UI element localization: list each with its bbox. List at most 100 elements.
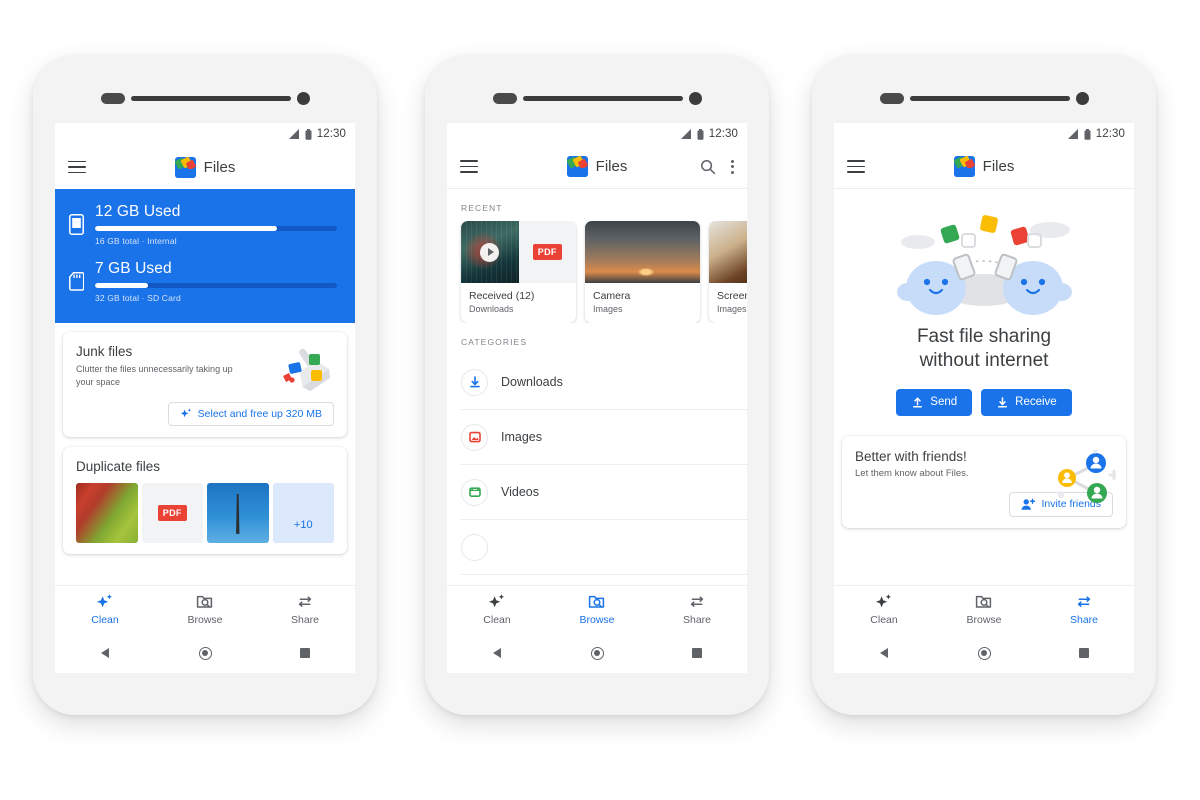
bottom-nav-label-clean: Clean — [91, 614, 119, 626]
select-and-free-up-button[interactable]: Select and free up 320 MB — [167, 402, 334, 427]
home-circle-icon — [977, 646, 991, 660]
tower-photo-thumbnail[interactable] — [207, 483, 269, 544]
bottom-nav-item-browse[interactable]: Browse — [934, 593, 1034, 626]
recent-card-screenshots[interactable]: Screen Images — [709, 221, 747, 323]
storage-row-sdcard[interactable]: 7 GB Used 32 GB total · SD Card — [69, 260, 337, 303]
category-label-videos: Videos — [501, 485, 539, 499]
send-button[interactable]: Send — [896, 388, 973, 416]
bottom-nav-label-clean: Clean — [870, 614, 898, 626]
bottom-nav-item-share[interactable]: Share — [1034, 593, 1134, 626]
share-hero-section: Fast file sharing without internet Send — [834, 189, 1134, 416]
duplicate-files-card[interactable]: Duplicate files PDF +10 — [63, 447, 347, 555]
app-bar-title-group: Files — [55, 156, 355, 178]
home-button[interactable] — [934, 646, 1034, 660]
hamburger-menu-icon[interactable] — [847, 160, 865, 173]
sd-card-icon — [69, 272, 84, 291]
share-arrows-icon — [690, 596, 704, 607]
recents-button[interactable] — [647, 648, 747, 658]
recent-card-meta: Screen Images — [709, 283, 747, 323]
receive-button[interactable]: Receive — [981, 388, 1072, 416]
sensor-pill-icon — [879, 92, 904, 104]
recents-square-icon — [1079, 648, 1089, 658]
bottom-nav-item-browse[interactable]: Browse — [547, 593, 647, 626]
recent-card-name: Received (12) — [469, 290, 535, 302]
select-and-free-up-label: Select and free up 320 MB — [197, 408, 322, 421]
signal-icon — [1067, 129, 1078, 139]
bottom-nav-label-share: Share — [290, 614, 320, 626]
recents-button[interactable] — [255, 648, 355, 658]
back-button[interactable] — [447, 648, 547, 658]
bottom-nav-label-share: Share — [682, 614, 712, 626]
system-navigation-bar — [55, 633, 355, 673]
storage-progress-bar — [95, 226, 337, 231]
phone-hardware-top — [425, 91, 769, 105]
recent-card-subtitle: Images — [593, 304, 623, 314]
storage-row-internal[interactable]: 12 GB Used 16 GB total · Internal — [69, 203, 337, 246]
junk-files-card[interactable]: Junk files Clutter the files unnecessari… — [63, 332, 347, 438]
junk-card-subtitle: Clutter the files unnecessarily taking u… — [76, 364, 233, 388]
recent-card-subtitle: Downloads — [469, 304, 514, 314]
category-row-videos[interactable]: Videos — [461, 465, 747, 520]
pdf-badge: PDF — [157, 505, 187, 522]
hero-title: Fast file sharing without internet — [848, 325, 1120, 374]
home-button[interactable] — [155, 646, 255, 660]
bottom-nav-item-browse[interactable]: Browse — [155, 593, 255, 626]
video-and-pdf-thumbnail: PDF — [461, 221, 576, 283]
share-arrows-icon — [298, 596, 312, 607]
download-icon — [998, 396, 1008, 408]
search-icon[interactable] — [700, 159, 716, 175]
sparkle-icon — [876, 594, 891, 608]
connected-people-network-icon — [1057, 449, 1116, 503]
phone1-screen: 12:30 Files 12 GB Used 16 GB total · Int… — [55, 123, 355, 673]
hamburger-menu-icon[interactable] — [460, 160, 478, 173]
more-duplicates-thumbnail[interactable]: +10 — [272, 483, 334, 544]
storage-title: 7 GB Used — [95, 260, 172, 277]
bottom-nav-item-share[interactable]: Share — [255, 593, 355, 626]
bottom-nav-item-clean[interactable]: Clean — [834, 593, 934, 626]
play-icon — [480, 242, 500, 262]
bottom-nav-label-share: Share — [1069, 614, 1099, 626]
phone-storage-icon — [69, 214, 84, 235]
duplicate-thumbnail-strip: PDF +10 — [76, 483, 334, 544]
pdf-file-thumbnail[interactable]: PDF — [141, 483, 203, 544]
home-button[interactable] — [547, 646, 647, 660]
bottom-nav-label-browse: Browse — [966, 614, 1002, 626]
status-bar: 12:30 — [834, 123, 1134, 145]
home-circle-icon — [198, 646, 212, 660]
back-button[interactable] — [834, 648, 934, 658]
recent-card-camera[interactable]: Camera Images — [585, 221, 700, 323]
earpiece-speaker-icon — [130, 95, 291, 101]
apples-photo-thumbnail[interactable] — [76, 483, 138, 544]
earpiece-speaker-icon — [909, 95, 1070, 101]
bottom-nav-item-clean[interactable]: Clean — [447, 593, 547, 626]
hero-buttons: Send Receive — [848, 388, 1120, 416]
app-bar-title-group: Files — [834, 156, 1134, 177]
bottom-nav-label-browse: Browse — [187, 614, 223, 626]
bottom-nav-item-share[interactable]: Share — [647, 593, 747, 626]
recent-card-meta: Camera Images — [585, 283, 700, 323]
recent-files-row: PDF Received (12) Downloads Camera Image… — [447, 221, 747, 323]
receive-button-label: Receive — [1015, 396, 1057, 409]
phone-device-2: 12:30 Files RECENT PDF Received (12) Dow… — [425, 55, 769, 729]
recents-button[interactable] — [1034, 648, 1134, 658]
sunset-clouds-thumbnail — [585, 221, 700, 283]
category-row-images[interactable]: Images — [461, 410, 747, 465]
recent-card-received[interactable]: PDF Received (12) Downloads — [461, 221, 576, 323]
back-button[interactable] — [55, 648, 155, 658]
recent-card-meta: Received (12) Downloads — [461, 283, 576, 323]
bottom-nav-item-clean[interactable]: Clean — [55, 593, 155, 626]
more-vert-icon[interactable] — [731, 159, 734, 174]
video-preview-thumbnail — [461, 221, 519, 283]
better-with-friends-card[interactable]: Better with friends! Let them know about… — [842, 435, 1126, 528]
category-row-partial[interactable] — [461, 520, 747, 575]
back-triangle-icon — [880, 648, 888, 658]
category-label-images: Images — [501, 430, 542, 444]
app-bar-actions — [700, 159, 734, 175]
pdf-badge: PDF — [532, 244, 562, 260]
sparkle-icon — [97, 594, 112, 608]
category-row-downloads[interactable]: Downloads — [461, 355, 747, 410]
storage-subtitle: 32 GB total · SD Card — [95, 293, 181, 303]
hamburger-menu-icon[interactable] — [68, 160, 86, 174]
recents-square-icon — [692, 648, 702, 658]
two-blobs-file-sharing-illustration — [897, 215, 1072, 315]
